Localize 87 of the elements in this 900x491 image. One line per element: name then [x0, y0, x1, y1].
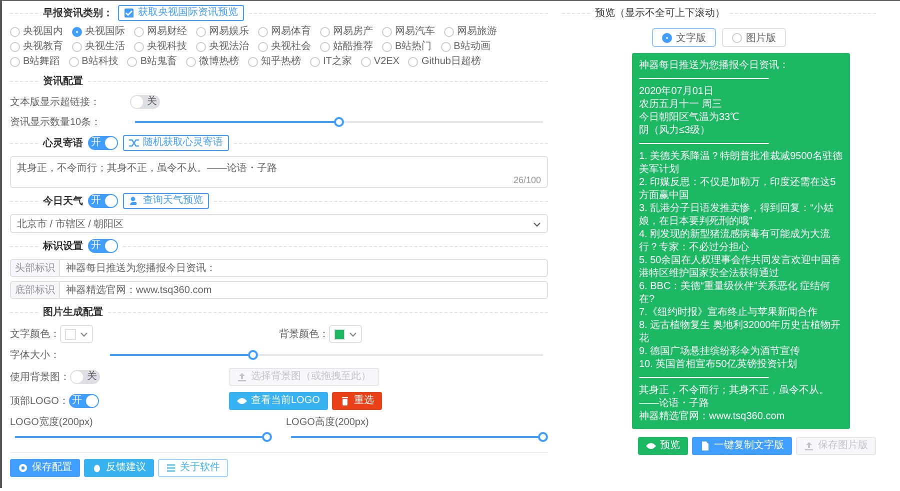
preview-line: 5. 50余国在人权理事会作共同发言欢迎中国香港特区维护国家安全法获得通过	[639, 254, 842, 280]
mode-option[interactable]: 文字版	[652, 28, 716, 47]
field-label: 使用背景图：	[10, 370, 70, 384]
radio-option[interactable]: B站科技	[68, 56, 118, 68]
upload-icon	[804, 441, 814, 451]
preview-line: 农历五月十一 周三	[639, 98, 723, 111]
radio-option[interactable]: 网易旅游	[444, 26, 497, 38]
preview-line: 9. 德国广场悬挂缤纷彩伞为酒节宣传	[639, 345, 802, 358]
chevron-icon	[349, 330, 357, 338]
field-label: 文字颜色：	[10, 328, 60, 341]
preview-line: 4. 刚发现的新型猪流感病毒有可能成为大流行？专家：不必过分担心	[639, 228, 832, 254]
radio-option[interactable]: 央视法治	[196, 41, 249, 53]
field-label: 头部标识	[10, 259, 60, 277]
section-title: 预览（显示不全可上下滚动）	[595, 6, 725, 20]
radio-option[interactable]: 央视科技	[134, 41, 187, 53]
preview-line: 3. 乱港分子日语发推卖惨，得到回复：“小姑娘，在日本要判死刑的哦”	[639, 202, 834, 228]
field-label: 顶部LOGO：	[10, 394, 69, 408]
mode-option[interactable]: 图片版	[722, 28, 786, 47]
section-title: 早报资讯类别：	[43, 6, 113, 20]
radio-option[interactable]: 央视国际	[72, 26, 125, 38]
document-icon	[700, 441, 710, 451]
toggle-switch[interactable]: 关	[130, 95, 160, 109]
preview-line: 神器每日推送为您播报今日资讯：	[639, 59, 790, 72]
eye-icon	[646, 441, 656, 451]
color-picker[interactable]	[60, 325, 93, 343]
section-title: 资讯配置	[43, 74, 83, 88]
circle-icon	[18, 463, 28, 473]
radio-option[interactable]: 姑酷推荐	[320, 41, 373, 53]
field-label: LOGO高度(200px)	[286, 416, 370, 429]
radio-option[interactable]: B站热门	[382, 41, 432, 53]
section-title: 今日天气	[43, 194, 83, 208]
field-label: 底部标识	[10, 281, 60, 299]
radio-option[interactable]: B站动画	[440, 41, 490, 53]
location-select[interactable]: 北京市 / 市辖区 / 朝阳区	[10, 214, 548, 233]
slider-handle[interactable]	[334, 117, 344, 127]
input-field[interactable]: 神器精选官网：www.tsq360.com	[60, 281, 548, 299]
radio-option[interactable]: 知乎热榜	[248, 56, 302, 68]
input-field[interactable]: 神器每日推送为您播报今日资讯：	[60, 259, 548, 277]
section-title: 图片生成配置	[43, 306, 103, 319]
section-title: 心灵寄语	[43, 136, 83, 150]
text-area[interactable]: 其身正，不令而行；其身不正，虽令不从。——论语・子路 26/100	[10, 156, 548, 188]
field-label: LOGO宽度(200px)	[10, 416, 94, 429]
list-icon	[166, 463, 176, 473]
char-counter: 26/100	[513, 175, 541, 185]
color-picker[interactable]	[329, 325, 362, 343]
preview-line: 今日朝阳区气温为33℃	[639, 111, 740, 124]
radio-option[interactable]: 网易娱乐	[196, 26, 249, 38]
radio-option[interactable]: 网易体育	[258, 26, 311, 38]
preview-line: 阴（风力≤3级）	[639, 124, 712, 137]
radio-option[interactable]: 网易房产	[320, 26, 373, 38]
radio-option[interactable]: 央视社会	[258, 41, 311, 53]
radio-option[interactable]: 微博热榜	[186, 56, 240, 68]
chevron-icon	[80, 330, 88, 338]
eye-icon	[237, 396, 247, 406]
radio-option[interactable]: 央视生活	[72, 41, 125, 53]
radio-option[interactable]: B站舞蹈	[10, 56, 60, 68]
radio-option[interactable]: Github日超榜	[408, 56, 481, 68]
preview-line: 7.《纽约时报》宣布终止与苹果新闻合作	[639, 306, 818, 319]
field-label: 文本版显示超链接：	[10, 96, 101, 109]
preview-line: 神器精选官网：www.tsq360.com	[639, 410, 786, 423]
upload-icon	[237, 372, 247, 382]
checkbox-icon	[124, 8, 134, 18]
radio-option[interactable]: 央视教育	[10, 41, 63, 53]
radio-option[interactable]: V2EX	[360, 56, 400, 68]
slider-handle[interactable]	[538, 432, 548, 442]
field-label: 资讯显示数量10条：	[10, 116, 102, 129]
section-title: 标识设置	[43, 240, 83, 253]
preview-line: 10. 英国首相宣布50亿英镑投资计划	[639, 358, 798, 371]
preview-line: 8. 远古植物复生 奥地利32000年历史古植物开花	[639, 319, 842, 345]
reset-button[interactable]: 重选	[332, 392, 382, 410]
radio-option[interactable]: IT之家	[310, 56, 352, 68]
slider-handle[interactable]	[248, 350, 258, 360]
preview-line: 2020年07月01日	[639, 85, 714, 98]
preview-line: 6. BBC：美德“重量级伙伴”关系恶化 症结何在?	[639, 280, 832, 306]
preview-line: 1. 美德关系降温？特朗普批准裁减9500名驻德美军计划	[639, 150, 843, 176]
radio-option[interactable]: B站鬼畜	[127, 56, 178, 68]
trash-icon	[340, 396, 350, 406]
slider-handle[interactable]	[262, 432, 272, 442]
preview-line: 2. 印媒反思：不仅是加勒万，印度还需在这5方面赢中国	[639, 176, 837, 202]
radio-option[interactable]: 网易汽车	[382, 26, 435, 38]
radio-option[interactable]: 网易财经	[134, 26, 187, 38]
field-label: 字体大小：	[10, 348, 61, 362]
radio-option[interactable]: 央视国内	[10, 26, 63, 38]
shuffle-icon	[129, 138, 139, 148]
chevron-icon	[533, 220, 541, 228]
preview-line: 其身正，不令而行；其身不正，虽令不从。——论语・子路	[639, 384, 830, 410]
field-label: 背景颜色：	[279, 328, 329, 341]
